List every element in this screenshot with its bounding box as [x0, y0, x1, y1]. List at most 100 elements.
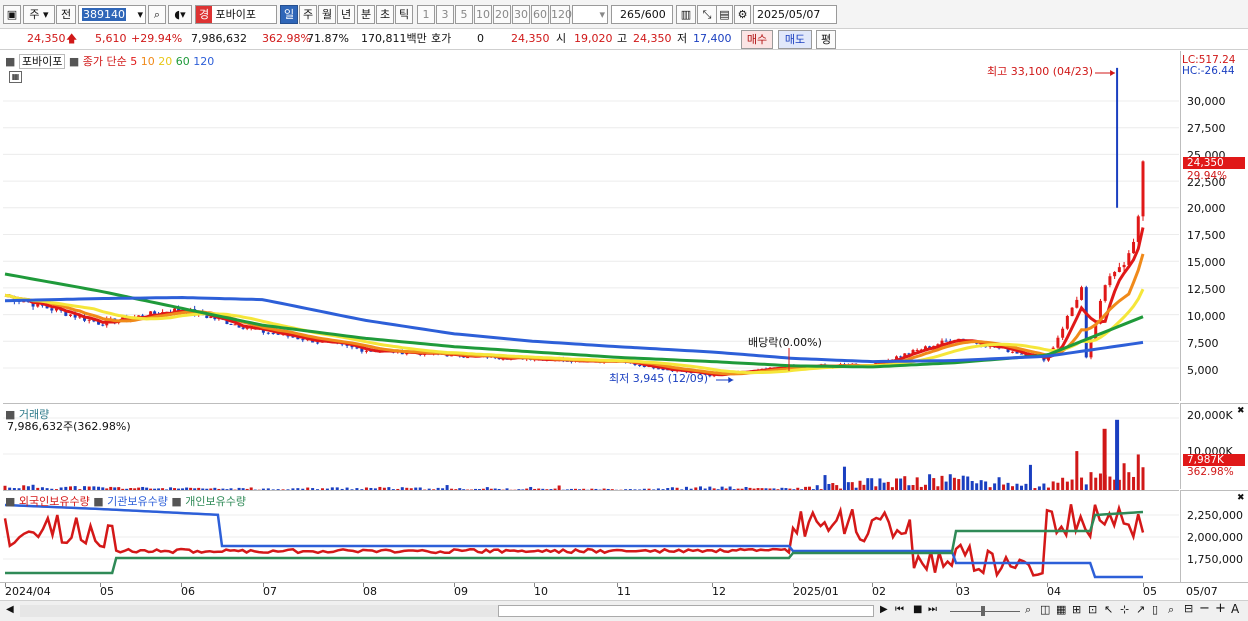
- candle: [1108, 276, 1112, 286]
- code-value: 389140: [82, 8, 126, 21]
- sell-button[interactable]: 매도: [778, 30, 812, 49]
- period-month[interactable]: 월: [318, 5, 336, 24]
- volume-panel[interactable]: ■ 거래량 7,986,632주(362.98%): [3, 403, 1179, 490]
- minute-1[interactable]: 1: [417, 5, 435, 24]
- code-input[interactable]: 389140 ▾: [78, 5, 146, 24]
- holding-panel[interactable]: ■ 외국인보유수량 ■ 기관보유수량 ■ 개인보유수량: [3, 490, 1179, 582]
- eval-button[interactable]: 평: [816, 30, 836, 49]
- indicator-icon[interactable]: ↗: [1136, 603, 1145, 616]
- gear-icon[interactable]: ⚙: [734, 5, 751, 24]
- y-tick: 30,000: [1187, 95, 1226, 108]
- minute-120[interactable]: 120: [550, 5, 572, 24]
- stock-name-field[interactable]: 경 포바이포: [195, 5, 277, 24]
- holding-axis: 2,250,000 2,000,000 1,750,000 ✖: [1180, 490, 1248, 582]
- period-icon[interactable]: ▯: [1152, 603, 1158, 616]
- legend-ma60[interactable]: 60: [176, 55, 190, 68]
- calculator-icon[interactable]: ▦: [9, 71, 22, 83]
- minute-3[interactable]: 3: [436, 5, 454, 24]
- scroll-thumb[interactable]: [498, 605, 874, 617]
- compress-icon[interactable]: ⊟: [1184, 602, 1193, 615]
- period-week[interactable]: 주: [299, 5, 317, 24]
- search-icon[interactable]: ⌕: [1168, 603, 1174, 617]
- close-icon[interactable]: ✖: [1237, 406, 1245, 416]
- legend-ma5[interactable]: 5: [130, 55, 137, 68]
- forward-icon[interactable]: ⏭: [928, 604, 937, 615]
- x-axis: 05/07 2024/04 05 06 07 08 09 10 11 12 2025/01 02 03…: [0, 582, 1248, 600]
- menu-icon[interactable]: ▣: [3, 5, 21, 24]
- period-day[interactable]: 일: [280, 5, 298, 24]
- y-tick: 20,000K: [1187, 409, 1233, 422]
- volume-bar: [870, 478, 874, 490]
- last-price-pct: 29.94%: [1187, 170, 1228, 182]
- low-price: 17,400: [693, 32, 732, 45]
- rewind-icon[interactable]: ⏮: [895, 604, 904, 615]
- prev-button[interactable]: 전: [56, 5, 76, 24]
- legend-ma10[interactable]: 10: [141, 55, 155, 68]
- x-tick: 10: [534, 585, 548, 598]
- legend-ma120[interactable]: 120: [193, 55, 214, 68]
- legend-ma20[interactable]: 20: [158, 55, 172, 68]
- legend-institution[interactable]: 기관보유수량: [107, 495, 168, 508]
- volume-last-pct: 362.98%: [1187, 466, 1234, 478]
- layout-icon[interactable]: ◫: [1040, 603, 1050, 616]
- overlay-icon[interactable]: ⊡: [1088, 603, 1097, 616]
- current-price: 24,350: [27, 32, 66, 45]
- minus-icon[interactable]: −: [1199, 601, 1210, 616]
- scroll-right-icon[interactable]: ▶: [880, 604, 888, 615]
- crosshair-icon[interactable]: ⊹: [1120, 603, 1129, 616]
- candle: [266, 332, 270, 334]
- search-icon[interactable]: ⌕: [148, 5, 166, 24]
- buy-button[interactable]: 매수: [741, 30, 773, 49]
- chevron-down-icon[interactable]: ▾: [599, 6, 605, 23]
- cursor-icon[interactable]: ↖: [1104, 603, 1113, 616]
- scroll-bar[interactable]: ◀ ▶ ⏮ ■ ⏭ ⌕ ◫ ▦ ⊞ ⊡ ↖ ⊹ ↗ ▯ ⌕ ⊟ − + A: [0, 600, 1248, 621]
- count-field[interactable]: 265/600: [611, 5, 673, 24]
- period-minute[interactable]: 분: [357, 5, 375, 24]
- interval-select[interactable]: ▾: [572, 5, 608, 24]
- volume-bar: [1006, 482, 1010, 490]
- period-tick[interactable]: 틱: [395, 5, 413, 24]
- plus-icon[interactable]: +: [1215, 601, 1226, 616]
- volume-bar: [882, 482, 886, 490]
- volume-bar: [944, 481, 948, 490]
- volume-bar: [1094, 477, 1098, 490]
- legend-stock[interactable]: 포바이포: [18, 54, 66, 69]
- high-price: 24,350: [633, 32, 672, 45]
- grid-icon[interactable]: ▦: [1056, 603, 1066, 616]
- legend-ma-label[interactable]: 종가 단순: [83, 55, 127, 68]
- minute-20[interactable]: 20: [493, 5, 511, 24]
- zoom-slider-handle[interactable]: [981, 606, 985, 616]
- legend-foreign[interactable]: 외국인보유수량: [19, 495, 90, 508]
- volume-bar: [984, 481, 988, 490]
- minute-10[interactable]: 10: [474, 5, 492, 24]
- stop-icon[interactable]: ■: [913, 604, 922, 615]
- volume-bar: [948, 474, 952, 490]
- date-field[interactable]: 2025/05/07: [753, 5, 837, 24]
- drawing-tool-icon[interactable]: ⤡: [697, 5, 717, 24]
- candle: [316, 342, 320, 344]
- period-second[interactable]: 초: [376, 5, 394, 24]
- scroll-left-icon[interactable]: ◀: [6, 604, 14, 615]
- minute-30[interactable]: 30: [512, 5, 530, 24]
- zoom-slider[interactable]: [950, 611, 1020, 612]
- period-year[interactable]: 년: [337, 5, 355, 24]
- legend-individual[interactable]: 개인보유수량: [185, 495, 246, 508]
- scroll-track[interactable]: [20, 605, 498, 617]
- close-icon[interactable]: ✖: [1237, 493, 1245, 503]
- candle: [1061, 328, 1065, 338]
- candle: [1141, 161, 1145, 217]
- speaker-icon[interactable]: ◖▾: [168, 5, 192, 24]
- volume-bar: [975, 483, 979, 490]
- chevron-down-icon[interactable]: ▾: [137, 6, 143, 23]
- minute-60[interactable]: 60: [531, 5, 549, 24]
- market-type-select[interactable]: 주 ▾: [23, 5, 55, 24]
- x-tick: 09: [454, 585, 468, 598]
- chart-type-icon[interactable]: ⊞: [1072, 603, 1081, 616]
- candle-type-icon[interactable]: ▥: [676, 5, 696, 24]
- minute-5[interactable]: 5: [455, 5, 473, 24]
- price-panel[interactable]: ■ 포바이포 ■ 종가 단순 5 10 20 60 120 ▦ 최고 33,10…: [3, 51, 1179, 401]
- zoom-in-icon[interactable]: ⌕: [1025, 603, 1031, 617]
- font-size-icon[interactable]: A: [1231, 602, 1239, 616]
- x-tick: 12: [712, 585, 726, 598]
- save-icon[interactable]: ▤: [716, 5, 733, 24]
